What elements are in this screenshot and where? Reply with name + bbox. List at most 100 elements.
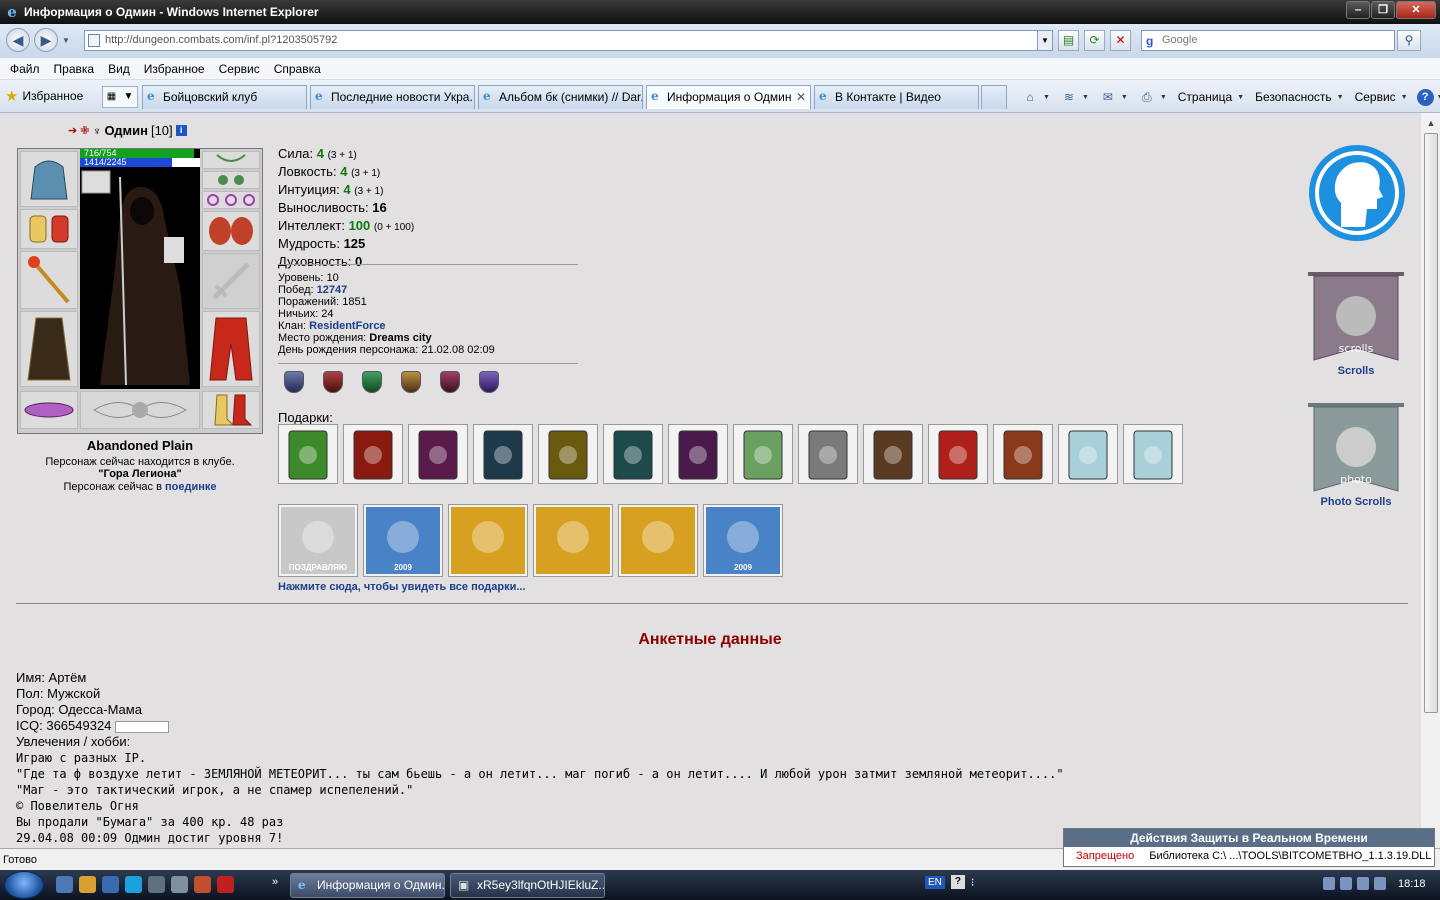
attack-arrow-icon[interactable]: ➔ [68, 124, 77, 137]
scrolls-label[interactable]: Scrolls [1306, 365, 1406, 377]
gift-item[interactable] [733, 424, 793, 484]
gloves-slot[interactable] [202, 211, 260, 251]
video-launch-icon[interactable] [148, 876, 165, 893]
scroll-up-icon[interactable]: ▲ [1424, 116, 1438, 130]
gift-item[interactable] [408, 424, 468, 484]
gift-item[interactable] [603, 424, 663, 484]
fight-link[interactable]: поединке [165, 481, 217, 493]
amulet-slot[interactable] [202, 151, 260, 169]
feeds-icon[interactable]: ≋ [1059, 88, 1079, 106]
scrolls-link[interactable]: scrolls Scrolls [1306, 268, 1406, 377]
clan-link[interactable]: ResidentForce [309, 320, 385, 332]
language-indicator[interactable]: EN [925, 875, 945, 889]
new-tab-button[interactable] [981, 85, 1007, 109]
help-icon[interactable]: ? [1416, 88, 1434, 106]
address-dropdown-icon[interactable]: ▼ [1037, 30, 1053, 51]
tab-info-active[interactable]: e Информация о Одмин ✕ [646, 85, 811, 109]
tools-menu[interactable]: Сервис [1355, 90, 1396, 104]
home-dropdown-icon[interactable]: ▼ [1043, 94, 1050, 101]
armor-slot[interactable] [20, 311, 78, 387]
ability-shield-icon[interactable] [440, 371, 460, 393]
gift-card[interactable]: ПОЗДРАВЛЯЮ [278, 504, 358, 577]
gift-card[interactable] [448, 504, 528, 577]
helmet-slot[interactable] [20, 151, 78, 207]
combats-logo[interactable] [1307, 143, 1407, 246]
minimize-button[interactable]: ‒ [1346, 1, 1370, 19]
tools-dropdown-icon[interactable]: ▼ [1401, 94, 1408, 101]
gift-item[interactable] [993, 424, 1053, 484]
feeds-dropdown-icon[interactable]: ▼ [1082, 94, 1089, 101]
tab-news[interactable]: e Последние новости Укра... [310, 85, 475, 109]
ie-launch-icon[interactable] [56, 876, 73, 893]
ability-shield-icon[interactable] [323, 371, 343, 393]
update-tray-icon[interactable] [1374, 877, 1386, 890]
photo-scrolls-link[interactable]: photo Photo Scrolls [1306, 399, 1406, 508]
gift-card[interactable] [533, 504, 613, 577]
mail-dropdown-icon[interactable]: ▼ [1121, 94, 1128, 101]
menu-file[interactable]: Файл [3, 62, 47, 76]
gift-item[interactable] [798, 424, 858, 484]
home-icon[interactable]: ⌂ [1020, 88, 1040, 106]
gift-card[interactable]: 2009 [363, 504, 443, 577]
rings-slot[interactable] [202, 191, 260, 209]
search-input[interactable]: g Google [1141, 30, 1395, 51]
history-dropdown-icon[interactable]: ▼ [62, 36, 70, 45]
refresh-icon[interactable]: ⟳ [1084, 30, 1105, 51]
weapon-slot[interactable] [20, 251, 78, 309]
gift-item[interactable] [1123, 424, 1183, 484]
volume-tray-icon[interactable] [1340, 877, 1352, 890]
gift-card[interactable]: 2009 [703, 504, 783, 577]
favorites-button[interactable]: ★ Избранное [5, 87, 83, 105]
tab-album[interactable]: e Альбом бк (снимки) // Dar... [478, 85, 643, 109]
safety-menu[interactable]: Безопасность [1255, 90, 1332, 104]
ability-shield-icon[interactable] [284, 371, 304, 393]
gift-item[interactable] [668, 424, 728, 484]
ability-shield-icon[interactable] [479, 371, 499, 393]
quick-tabs-button[interactable]: ▦ ▼ [102, 86, 138, 108]
taskbar-item-ie[interactable]: e Информация о Одмин... [290, 873, 445, 898]
taskbar-item-app[interactable]: ▣ xR5ey3lfqnOtHJIEkluZ... [450, 873, 605, 898]
all-gifts-link[interactable]: Нажмите сюда, чтобы увидеть все подарки.… [278, 581, 526, 593]
media-launch-icon[interactable] [171, 876, 188, 893]
skype-launch-icon[interactable] [125, 876, 142, 893]
photo-scrolls-label[interactable]: Photo Scrolls [1306, 496, 1406, 508]
bracers-slot[interactable] [20, 209, 78, 249]
stop-icon[interactable]: ✕ [1110, 30, 1131, 51]
gift-item[interactable] [278, 424, 338, 484]
back-button[interactable]: ◀ [6, 28, 30, 52]
gift-item[interactable] [343, 424, 403, 484]
close-button[interactable]: ✕ [1396, 1, 1436, 19]
gift-item[interactable] [473, 424, 533, 484]
tray-expand-icon[interactable]: ⁝ [971, 876, 975, 889]
menu-favorites[interactable]: Избранное [137, 62, 212, 76]
wins-link[interactable]: 12747 [317, 284, 348, 296]
menu-edit[interactable]: Правка [47, 62, 102, 76]
belt-slot[interactable] [20, 391, 78, 429]
gift-item[interactable] [538, 424, 598, 484]
gift-item[interactable] [1058, 424, 1118, 484]
safety-dropdown-icon[interactable]: ▼ [1337, 94, 1344, 101]
more-launch-icon[interactable]: » [272, 876, 278, 888]
folder-launch-icon[interactable] [79, 876, 96, 893]
offhand-slot-empty[interactable] [202, 253, 260, 309]
clock[interactable]: 18:18 [1398, 878, 1426, 890]
gift-item[interactable] [863, 424, 923, 484]
ability-shield-icon[interactable] [362, 371, 382, 393]
tab-vkontakte[interactable]: e В Контакте | Видео [814, 85, 979, 109]
cross-icon[interactable]: ✙ [80, 124, 89, 137]
print-dropdown-icon[interactable]: ▼ [1160, 94, 1167, 101]
antivirus-tray-icon[interactable] [1357, 877, 1369, 890]
vertical-scrollbar[interactable]: ▲ ▼ [1420, 113, 1440, 848]
help-dropdown-icon[interactable]: ▼ [1437, 94, 1440, 101]
info-icon[interactable]: i [175, 125, 187, 136]
desktop-launch-icon[interactable] [102, 876, 119, 893]
app-launch-icon[interactable] [194, 876, 211, 893]
compatibility-icon[interactable]: ▤ [1058, 30, 1079, 51]
mail-icon[interactable]: ✉ [1098, 88, 1118, 106]
tab-list-dropdown-icon[interactable]: ▼ [120, 87, 137, 107]
page-menu[interactable]: Страница [1178, 90, 1232, 104]
start-button[interactable] [4, 871, 44, 899]
search-icon[interactable]: ⚲ [1397, 30, 1421, 51]
forward-button[interactable]: ▶ [34, 28, 58, 52]
security-popup[interactable]: Действия Защиты в Реальном Времени Запре… [1063, 828, 1435, 867]
